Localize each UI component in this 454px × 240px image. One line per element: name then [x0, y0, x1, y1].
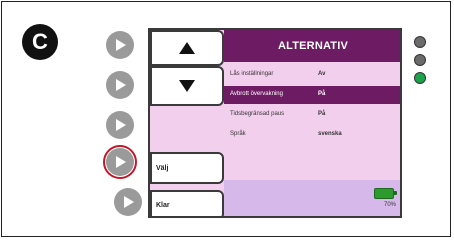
panel-badge: C: [22, 24, 58, 60]
menu-item-value: På: [318, 111, 326, 117]
status-area: 70%: [224, 180, 400, 216]
menu-item-label: Lås inställningar: [230, 71, 274, 77]
led-bottom: [414, 72, 426, 84]
menu-item-lock-settings[interactable]: Lås inställningar Av: [224, 66, 400, 84]
menu-item-interrupt-monitoring[interactable]: Avbrott övervakning På: [224, 86, 400, 104]
menu-item-label: Språk: [230, 131, 246, 137]
menu-item-value: På: [318, 91, 326, 97]
battery-icon: [374, 188, 394, 199]
device-screen: Välj Klar ALTERNATIV Lås inställningar A…: [148, 28, 402, 218]
softkey-select[interactable]: Välj: [150, 152, 224, 184]
softkey-done[interactable]: Klar: [150, 190, 224, 216]
play-icon: [116, 156, 126, 168]
menu-item-timed-pause[interactable]: Tidsbegränsad paus På: [224, 106, 400, 124]
menu-item-value: Av: [318, 71, 326, 77]
play-icon: [124, 196, 134, 208]
side-button-3[interactable]: [106, 111, 134, 139]
led-top: [414, 36, 426, 48]
battery-percent: 70%: [383, 202, 396, 208]
menu-item-value: svenska: [318, 131, 342, 137]
arrow-down-icon: [179, 80, 195, 92]
play-icon: [116, 119, 126, 131]
side-button-5[interactable]: [114, 188, 142, 216]
menu-item-label: Tidsbegränsad paus: [230, 111, 285, 117]
side-button-4[interactable]: [106, 148, 134, 176]
side-button-1[interactable]: [106, 31, 134, 59]
softkey-down[interactable]: [150, 66, 224, 106]
led-middle: [414, 54, 426, 66]
battery-tip: [394, 191, 397, 195]
screen-title: ALTERNATIV: [224, 30, 400, 62]
menu-item-language[interactable]: Språk svenska: [224, 126, 400, 144]
softkey-up[interactable]: [150, 30, 224, 66]
side-button-2[interactable]: [106, 71, 134, 99]
play-icon: [116, 79, 126, 91]
menu-item-label: Avbrott övervakning: [230, 91, 283, 97]
arrow-up-icon: [179, 42, 195, 54]
play-icon: [116, 39, 126, 51]
